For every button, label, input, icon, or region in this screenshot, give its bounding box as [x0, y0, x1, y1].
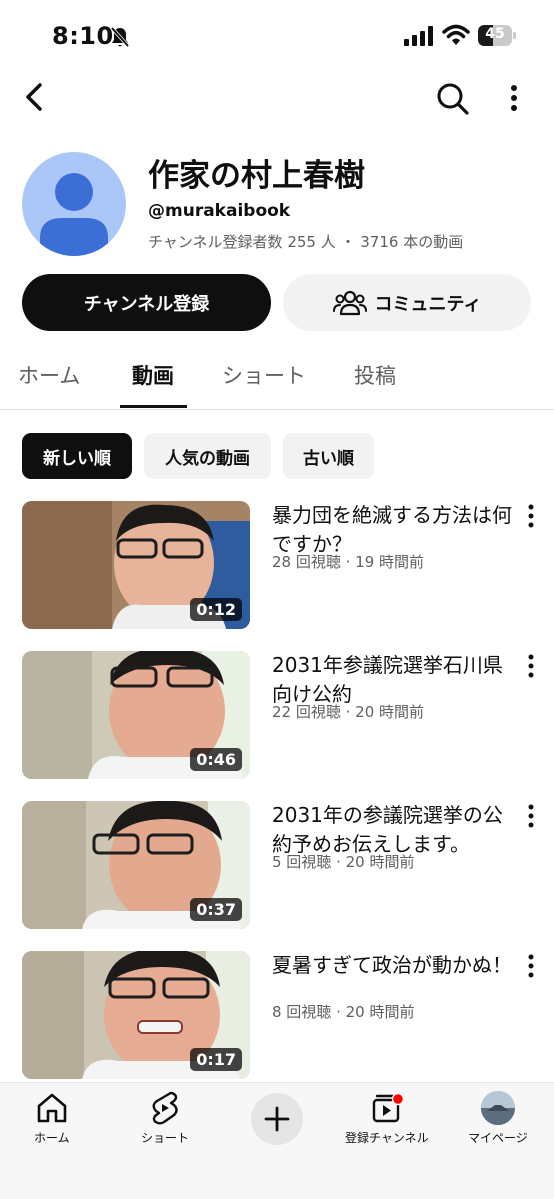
- more-vertical-icon[interactable]: [522, 953, 540, 979]
- subscribe-button[interactable]: チャンネル登録: [22, 274, 271, 331]
- video-meta: 5 回視聴 · 20 時間前: [272, 853, 415, 871]
- status-time: 8:10: [52, 22, 114, 50]
- bell-slash-icon: [110, 26, 130, 48]
- video-item[interactable]: 0:37 2031年の参議院選挙の公約予めお伝えします。 5 回視聴 · 20 …: [0, 801, 554, 931]
- channel-avatar[interactable]: [22, 152, 126, 256]
- people-icon: [332, 290, 367, 315]
- nav-subscriptions[interactable]: 登録チャンネル: [345, 1091, 429, 1146]
- community-label: コミュニティ: [374, 293, 482, 315]
- more-vertical-icon[interactable]: [522, 503, 540, 529]
- video-item[interactable]: 0:46 2031年参議院選挙石川県向け公約 22 回視聴 · 20 時間前: [0, 651, 554, 781]
- default-avatar-icon: [40, 173, 108, 256]
- user-avatar: [480, 1091, 515, 1125]
- wifi-icon: [442, 24, 470, 45]
- video-title[interactable]: 夏暑すぎて政治が動かぬ！: [272, 951, 516, 980]
- nav-you[interactable]: マイページ: [468, 1091, 528, 1146]
- tab-videos[interactable]: 動画: [132, 360, 174, 390]
- video-item[interactable]: 0:12 暴力団を絶滅する方法は何ですか？ 28 回視聴 · 19 時間前: [0, 501, 554, 631]
- more-vertical-icon[interactable]: [522, 803, 540, 829]
- chip-newest[interactable]: 新しい順: [22, 433, 132, 479]
- tab-shorts[interactable]: ショート: [222, 360, 306, 390]
- community-button[interactable]: コミュニティ: [283, 274, 531, 331]
- video-thumbnail[interactable]: 0:37: [22, 801, 250, 929]
- video-thumbnail[interactable]: 0:12: [22, 501, 250, 629]
- battery-level: 45: [485, 26, 505, 42]
- video-item[interactable]: 0:17 夏暑すぎて政治が動かぬ！ 8 回視聴 · 20 時間前: [0, 951, 554, 1081]
- subscribe-label: チャンネル登録: [83, 293, 210, 315]
- video-duration: 0:12: [190, 598, 242, 621]
- more-vertical-icon[interactable]: [522, 653, 540, 679]
- nav-home-label: ホーム: [34, 1131, 70, 1145]
- video-duration: 0:17: [190, 1048, 242, 1071]
- channel-tabs: ホーム 動画 ショート 投稿: [0, 346, 554, 410]
- signal-icon: [404, 26, 433, 46]
- nav-home[interactable]: ホーム: [34, 1091, 70, 1146]
- create-button[interactable]: [251, 1093, 303, 1145]
- status-bar: 8:10 45: [0, 0, 554, 72]
- video-thumbnail[interactable]: 0:46: [22, 651, 250, 779]
- nav-you-label: マイページ: [468, 1131, 528, 1145]
- tab-posts[interactable]: 投稿: [354, 360, 396, 390]
- battery-icon: 45: [478, 25, 516, 46]
- nav-subscriptions-label: 登録チャンネル: [345, 1131, 429, 1145]
- home-icon: [37, 1093, 67, 1123]
- bottom-nav: ホーム ショート 登録チャンネル マイページ: [0, 1082, 554, 1199]
- shorts-icon: [152, 1091, 178, 1125]
- nav-shorts-label: ショート: [141, 1131, 190, 1145]
- active-tab-indicator: [120, 405, 187, 408]
- plus-icon: [264, 1106, 290, 1132]
- tab-home[interactable]: ホーム: [18, 360, 80, 390]
- video-meta: 8 回視聴 · 20 時間前: [272, 1003, 415, 1021]
- video-meta: 28 回視聴 · 19 時間前: [272, 553, 425, 571]
- video-meta: 22 回視聴 · 20 時間前: [272, 703, 425, 721]
- nav-shorts[interactable]: ショート: [141, 1091, 189, 1146]
- channel-name: 作家の村上春樹: [148, 158, 365, 194]
- more-vertical-icon[interactable]: [500, 82, 528, 114]
- back-arrow-icon[interactable]: [18, 80, 52, 114]
- channel-handle: @murakaibook: [148, 201, 291, 221]
- chip-oldest[interactable]: 古い順: [283, 433, 374, 479]
- search-icon[interactable]: [434, 80, 470, 116]
- video-duration: 0:37: [190, 898, 242, 921]
- subscriptions-icon: [372, 1092, 404, 1123]
- channel-stats[interactable]: チャンネル登録者数 255 人 ・ 3716 本の動画: [148, 231, 463, 252]
- chip-popular[interactable]: 人気の動画: [144, 433, 271, 479]
- video-thumbnail[interactable]: 0:17: [22, 951, 250, 1079]
- video-duration: 0:46: [190, 748, 242, 771]
